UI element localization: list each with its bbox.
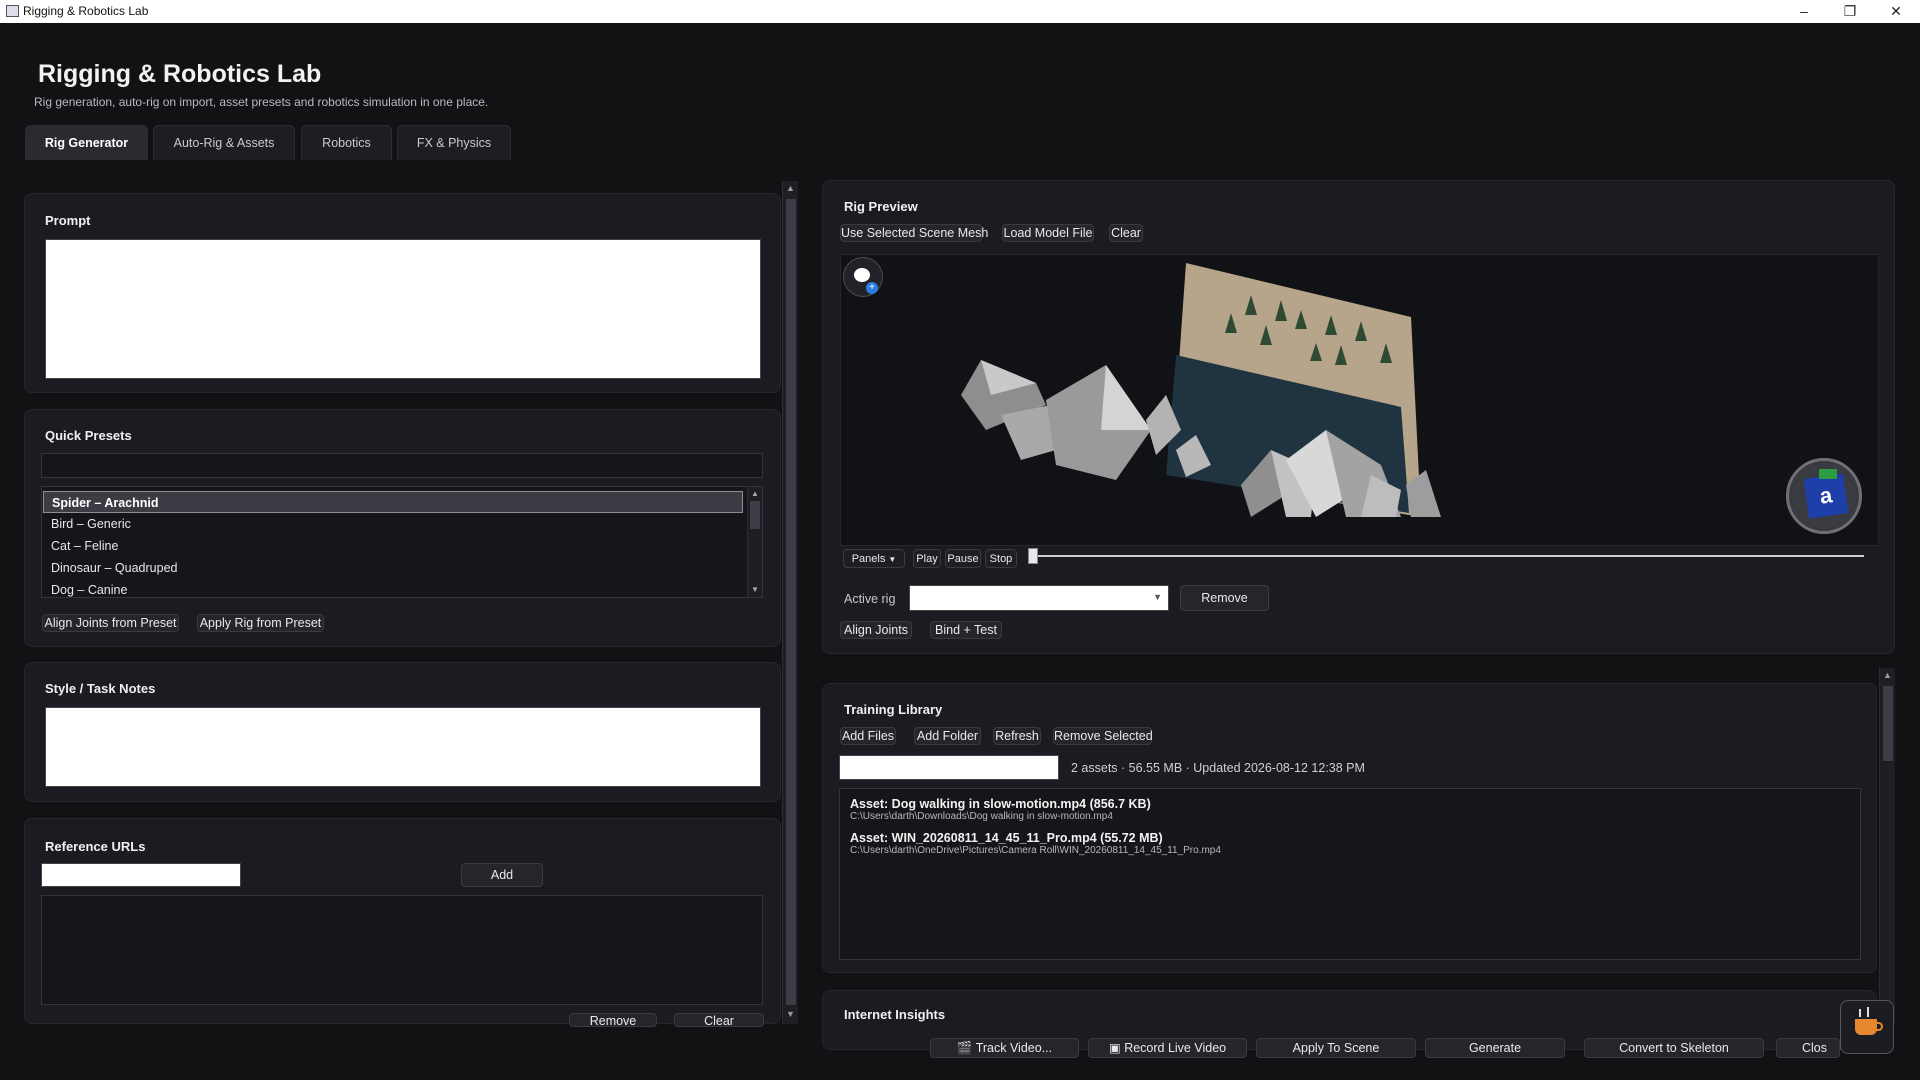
style-notes-input[interactable]: [45, 707, 761, 787]
add-files-button[interactable]: Add Files: [840, 727, 896, 745]
stop-button[interactable]: Stop: [985, 549, 1017, 568]
use-selected-scene-mesh-button[interactable]: Use Selected Scene Mesh: [840, 224, 988, 242]
scroll-up-icon[interactable]: ▲: [1883, 670, 1892, 680]
rig-viewport[interactable]: + a: [840, 254, 1879, 546]
library-summary: 2 assets · 56.55 MB · Updated 2026-08-12…: [1071, 761, 1365, 775]
panels-label: Panels: [851, 553, 886, 565]
quick-presets-title: Quick Presets: [45, 428, 132, 443]
app-icon: [6, 5, 19, 17]
page-title: Rigging & Robotics Lab: [38, 60, 322, 88]
scroll-down-icon[interactable]: ▼: [786, 1009, 795, 1019]
track-video-label: Track Video...: [975, 1041, 1053, 1055]
clear-preview-button[interactable]: Clear: [1109, 224, 1143, 242]
record-live-video-button[interactable]: ▣ Record Live Video: [1088, 1038, 1247, 1058]
record-live-label: Record Live Video: [1124, 1041, 1227, 1055]
film-icon: 🎬: [956, 1041, 973, 1055]
minimize-icon[interactable]: –: [1781, 0, 1827, 23]
asset-title: Asset: Dog walking in slow-motion.mp4 (8…: [850, 797, 1151, 811]
restore-icon[interactable]: ❐: [1827, 0, 1873, 23]
list-item[interactable]: Dinosaur – Quadruped: [43, 557, 743, 579]
scrollbar-thumb[interactable]: [750, 501, 760, 529]
right-column-scrollbar[interactable]: ▲: [1879, 668, 1895, 1024]
track-video-button[interactable]: 🎬 Track Video...: [930, 1038, 1079, 1058]
pause-button[interactable]: Pause: [945, 549, 981, 568]
scroll-down-icon[interactable]: ▼: [751, 585, 759, 594]
coffee-icon[interactable]: [1840, 1000, 1894, 1054]
orientation-gizmo-icon[interactable]: a: [1786, 458, 1862, 534]
list-item[interactable]: Spider – Arachnid: [43, 491, 743, 513]
active-rig-label: Active rig: [844, 592, 896, 606]
timeline-slider[interactable]: [1028, 548, 1864, 564]
apply-rig-from-preset-button[interactable]: Apply Rig from Preset: [197, 614, 324, 632]
load-model-file-button[interactable]: Load Model File: [1002, 224, 1094, 242]
list-item[interactable]: Asset: WIN_20260811_14_45_11_Pro.mp4 (55…: [850, 831, 1221, 856]
scene-render: [961, 263, 1441, 517]
prompt-panel: Prompt: [24, 193, 781, 393]
library-search-input[interactable]: [839, 755, 1059, 780]
panels-dropdown[interactable]: Panels ▼: [843, 549, 905, 568]
camera-nav-icon[interactable]: +: [843, 257, 883, 297]
training-library-title: Training Library: [844, 702, 943, 717]
asset-path: C:\Users\darth\OneDrive\Pictures\Camera …: [850, 845, 1221, 856]
timeline-handle[interactable]: [1028, 548, 1038, 564]
left-column-scrollbar[interactable]: ▲ ▼: [782, 181, 798, 1024]
quick-presets-panel: Quick Presets Spider – Arachnid Bird – G…: [24, 409, 781, 647]
asset-path: C:\Users\darth\Downloads\Dog walking in …: [850, 811, 1113, 822]
close-window-icon[interactable]: ✕: [1873, 0, 1919, 23]
window-title: Rigging & Robotics Lab: [23, 4, 149, 18]
page-subtitle: Rig generation, auto-rig on import, asse…: [34, 95, 489, 109]
scrollbar-thumb[interactable]: [1883, 686, 1893, 761]
bind-test-button[interactable]: Bind + Test: [930, 621, 1002, 639]
reference-url-input[interactable]: [41, 863, 241, 887]
list-item[interactable]: Cat – Feline: [43, 535, 743, 557]
play-button[interactable]: Play: [913, 549, 941, 568]
add-folder-button[interactable]: Add Folder: [914, 727, 981, 745]
tab-fx-physics[interactable]: FX & Physics: [397, 125, 511, 160]
rig-preview-panel: Rig Preview Use Selected Scene Mesh Load…: [822, 180, 1895, 654]
tab-auto-rig-assets[interactable]: Auto-Rig & Assets: [153, 125, 295, 160]
tab-rig-generator[interactable]: Rig Generator: [25, 125, 148, 160]
reference-urls-list[interactable]: [41, 895, 763, 1005]
clear-urls-button[interactable]: Clear: [674, 1013, 764, 1028]
align-joints-button[interactable]: Align Joints: [840, 621, 912, 639]
chevron-down-icon: ▼: [888, 555, 897, 564]
apply-to-scene-button[interactable]: Apply To Scene: [1256, 1038, 1416, 1058]
training-library-panel: Training Library Add Files Add Folder Re…: [822, 683, 1877, 973]
list-item[interactable]: Dog – Canine: [43, 579, 743, 601]
align-joints-from-preset-button[interactable]: Align Joints from Preset: [42, 614, 179, 632]
presets-list[interactable]: Spider – Arachnid Bird – Generic Cat – F…: [41, 486, 763, 598]
preset-filter-input[interactable]: [41, 453, 763, 478]
style-notes-title: Style / Task Notes: [45, 681, 156, 696]
refresh-button[interactable]: Refresh: [993, 727, 1041, 745]
add-url-button[interactable]: Add: [461, 863, 543, 887]
window-titlebar: Rigging & Robotics Lab – ❐ ✕: [0, 0, 1920, 23]
scrollbar-thumb[interactable]: [786, 199, 796, 1005]
chevron-down-icon: ▼: [1153, 592, 1162, 602]
asset-list[interactable]: Asset: Dog walking in slow-motion.mp4 (8…: [839, 788, 1861, 960]
tab-robotics[interactable]: Robotics: [301, 125, 392, 160]
record-icon: ▣: [1108, 1041, 1121, 1055]
presets-list-items: Spider – Arachnid Bird – Generic Cat – F…: [43, 491, 743, 601]
rig-preview-title: Rig Preview: [844, 199, 918, 214]
active-rig-select[interactable]: ▼: [909, 585, 1169, 611]
list-item[interactable]: Asset: Dog walking in slow-motion.mp4 (8…: [850, 797, 1151, 822]
presets-scrollbar[interactable]: ▲ ▼: [747, 487, 762, 597]
reference-urls-title: Reference URLs: [45, 839, 146, 854]
prompt-title: Prompt: [45, 213, 91, 228]
style-notes-panel: Style / Task Notes: [24, 662, 781, 802]
list-item[interactable]: Bird – Generic: [43, 513, 743, 535]
scroll-up-icon[interactable]: ▲: [786, 183, 795, 193]
reference-urls-panel: Reference URLs Add Remove Clear: [24, 818, 781, 1028]
close-button[interactable]: Clos: [1776, 1038, 1840, 1058]
remove-url-button[interactable]: Remove: [569, 1013, 657, 1028]
scroll-up-icon[interactable]: ▲: [751, 489, 759, 498]
generate-button[interactable]: Generate: [1425, 1038, 1565, 1058]
internet-insights-title: Internet Insights: [844, 1007, 946, 1022]
remove-rig-button[interactable]: Remove: [1180, 585, 1269, 611]
convert-to-skeleton-button[interactable]: Convert to Skeleton: [1584, 1038, 1764, 1058]
remove-selected-button[interactable]: Remove Selected: [1053, 727, 1153, 745]
asset-title: Asset: WIN_20260811_14_45_11_Pro.mp4 (55…: [850, 831, 1163, 845]
prompt-input[interactable]: [45, 239, 761, 379]
